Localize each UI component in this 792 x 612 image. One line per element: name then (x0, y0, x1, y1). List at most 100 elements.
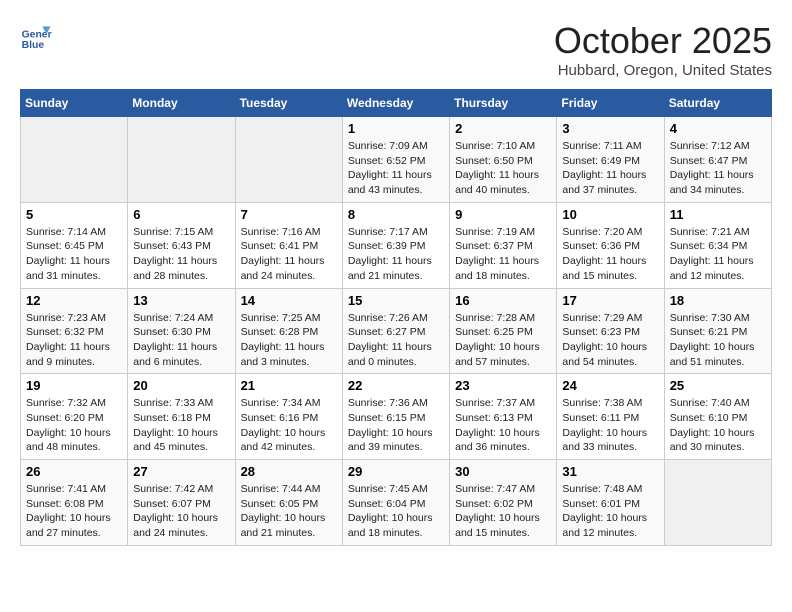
day-number: 5 (26, 207, 122, 222)
day-content: Sunrise: 7:10 AMSunset: 6:50 PMDaylight:… (455, 139, 551, 198)
column-header-friday: Friday (557, 90, 664, 117)
calendar-cell: 1 Sunrise: 7:09 AMSunset: 6:52 PMDaylight… (342, 117, 449, 203)
day-number: 6 (133, 207, 229, 222)
day-number: 20 (133, 378, 229, 393)
day-content: Sunrise: 7:15 AMSunset: 6:43 PMDaylight:… (133, 225, 229, 284)
day-content: Sunrise: 7:12 AMSunset: 6:47 PMDaylight:… (670, 139, 766, 198)
column-header-monday: Monday (128, 90, 235, 117)
calendar-cell: 7Sunrise: 7:16 AMSunset: 6:41 PMDaylight… (235, 202, 342, 288)
calendar-cell: 28Sunrise: 7:44 AMSunset: 6:05 PMDayligh… (235, 460, 342, 546)
day-number: 9 (455, 207, 551, 222)
day-number: 11 (670, 207, 766, 222)
calendar-cell: 5 Sunrise: 7:14 AMSunset: 6:45 PMDaylight… (21, 202, 128, 288)
day-content: Sunrise: 7:36 AMSunset: 6:15 PMDaylight:… (348, 396, 444, 455)
calendar-cell: 27 Sunrise: 7:42 AMSunset: 6:07 PMDayligh… (128, 460, 235, 546)
calendar-cell: 16Sunrise: 7:28 AMSunset: 6:25 PMDayligh… (450, 288, 557, 374)
calendar-cell: 6 Sunrise: 7:15 AMSunset: 6:43 PMDaylight… (128, 202, 235, 288)
calendar-week-row: 26 Sunrise: 7:41 AMSunset: 6:08 PMDayligh… (21, 460, 772, 546)
calendar-cell: 19Sunrise: 7:32 AMSunset: 6:20 PMDayligh… (21, 374, 128, 460)
day-number: 26 (26, 464, 122, 479)
calendar-cell: 30Sunrise: 7:47 AMSunset: 6:02 PMDayligh… (450, 460, 557, 546)
day-number: 22 (348, 378, 444, 393)
calendar-cell (21, 117, 128, 203)
day-number: 3 (562, 121, 658, 136)
svg-text:Blue: Blue (22, 40, 45, 51)
day-number: 13 (133, 293, 229, 308)
calendar-cell: 22 Sunrise: 7:36 AMSunset: 6:15 PMDayligh… (342, 374, 449, 460)
calendar-cell: 18 Sunrise: 7:30 AMSunset: 6:21 PMDayligh… (664, 288, 771, 374)
day-content: Sunrise: 7:45 AMSunset: 6:04 PMDaylight:… (348, 482, 444, 541)
day-content: Sunrise: 7:14 AMSunset: 6:45 PMDaylight:… (26, 225, 122, 284)
day-content: Sunrise: 7:24 AMSunset: 6:30 PMDaylight:… (133, 311, 229, 370)
day-content: Sunrise: 7:41 AMSunset: 6:08 PMDaylight:… (26, 482, 122, 541)
logo: General Blue (20, 20, 52, 52)
day-content: Sunrise: 7:29 AMSunset: 6:23 PMDaylight:… (562, 311, 658, 370)
column-header-thursday: Thursday (450, 90, 557, 117)
calendar-cell (128, 117, 235, 203)
day-number: 2 (455, 121, 551, 136)
page-header: General Blue October 2025 Hubbard, Orego… (20, 20, 772, 79)
calendar-cell: 8Sunrise: 7:17 AMSunset: 6:39 PMDaylight… (342, 202, 449, 288)
location: Hubbard, Oregon, United States (554, 62, 772, 79)
day-number: 12 (26, 293, 122, 308)
day-number: 30 (455, 464, 551, 479)
calendar-table: SundayMondayTuesdayWednesdayThursdayFrid… (20, 89, 772, 546)
day-number: 27 (133, 464, 229, 479)
day-number: 10 (562, 207, 658, 222)
calendar-cell: 17 Sunrise: 7:29 AMSunset: 6:23 PMDayligh… (557, 288, 664, 374)
title-block: October 2025 Hubbard, Oregon, United Sta… (554, 20, 772, 79)
calendar-cell: 13 Sunrise: 7:24 AMSunset: 6:30 PMDayligh… (128, 288, 235, 374)
calendar-cell: 3Sunrise: 7:11 AMSunset: 6:49 PMDaylight… (557, 117, 664, 203)
day-content: Sunrise: 7:21 AMSunset: 6:34 PMDaylight:… (670, 225, 766, 284)
day-content: Sunrise: 7:20 AMSunset: 6:36 PMDaylight:… (562, 225, 658, 284)
column-header-sunday: Sunday (21, 90, 128, 117)
calendar-week-row: 1 Sunrise: 7:09 AMSunset: 6:52 PMDaylight… (21, 117, 772, 203)
day-number: 8 (348, 207, 444, 222)
day-content: Sunrise: 7:28 AMSunset: 6:25 PMDaylight:… (455, 311, 551, 370)
calendar-cell: 2 Sunrise: 7:10 AMSunset: 6:50 PMDaylight… (450, 117, 557, 203)
day-content: Sunrise: 7:48 AMSunset: 6:01 PMDaylight:… (562, 482, 658, 541)
day-number: 25 (670, 378, 766, 393)
calendar-header-row: SundayMondayTuesdayWednesdayThursdayFrid… (21, 90, 772, 117)
day-content: Sunrise: 7:44 AMSunset: 6:05 PMDaylight:… (241, 482, 337, 541)
calendar-cell: 4 Sunrise: 7:12 AMSunset: 6:47 PMDaylight… (664, 117, 771, 203)
day-content: Sunrise: 7:25 AMSunset: 6:28 PMDaylight:… (241, 311, 337, 370)
calendar-cell: 10 Sunrise: 7:20 AMSunset: 6:36 PMDayligh… (557, 202, 664, 288)
calendar-cell: 21Sunrise: 7:34 AMSunset: 6:16 PMDayligh… (235, 374, 342, 460)
calendar-cell: 12 Sunrise: 7:23 AMSunset: 6:32 PMDayligh… (21, 288, 128, 374)
column-header-wednesday: Wednesday (342, 90, 449, 117)
calendar-cell: 23 Sunrise: 7:37 AMSunset: 6:13 PMDayligh… (450, 374, 557, 460)
day-content: Sunrise: 7:40 AMSunset: 6:10 PMDaylight:… (670, 396, 766, 455)
day-number: 18 (670, 293, 766, 308)
day-number: 17 (562, 293, 658, 308)
day-number: 4 (670, 121, 766, 136)
day-content: Sunrise: 7:34 AMSunset: 6:16 PMDaylight:… (241, 396, 337, 455)
day-number: 1 (348, 121, 444, 136)
day-number: 29 (348, 464, 444, 479)
calendar-cell: 15Sunrise: 7:26 AMSunset: 6:27 PMDayligh… (342, 288, 449, 374)
day-content: Sunrise: 7:32 AMSunset: 6:20 PMDaylight:… (26, 396, 122, 455)
calendar-cell: 29 Sunrise: 7:45 AMSunset: 6:04 PMDayligh… (342, 460, 449, 546)
day-number: 24 (562, 378, 658, 393)
day-content: Sunrise: 7:23 AMSunset: 6:32 PMDaylight:… (26, 311, 122, 370)
calendar-cell: 9Sunrise: 7:19 AMSunset: 6:37 PMDaylight… (450, 202, 557, 288)
day-number: 14 (241, 293, 337, 308)
calendar-cell: 26 Sunrise: 7:41 AMSunset: 6:08 PMDayligh… (21, 460, 128, 546)
month-title: October 2025 (554, 20, 772, 62)
calendar-cell: 24 Sunrise: 7:38 AMSunset: 6:11 PMDayligh… (557, 374, 664, 460)
logo-icon: General Blue (20, 20, 52, 52)
day-content: Sunrise: 7:30 AMSunset: 6:21 PMDaylight:… (670, 311, 766, 370)
day-content: Sunrise: 7:16 AMSunset: 6:41 PMDaylight:… (241, 225, 337, 284)
calendar-cell: 20 Sunrise: 7:33 AMSunset: 6:18 PMDayligh… (128, 374, 235, 460)
column-header-saturday: Saturday (664, 90, 771, 117)
column-header-tuesday: Tuesday (235, 90, 342, 117)
day-content: Sunrise: 7:42 AMSunset: 6:07 PMDaylight:… (133, 482, 229, 541)
day-content: Sunrise: 7:38 AMSunset: 6:11 PMDaylight:… (562, 396, 658, 455)
day-content: Sunrise: 7:37 AMSunset: 6:13 PMDaylight:… (455, 396, 551, 455)
day-number: 23 (455, 378, 551, 393)
calendar-cell (235, 117, 342, 203)
calendar-week-row: 19Sunrise: 7:32 AMSunset: 6:20 PMDayligh… (21, 374, 772, 460)
day-content: Sunrise: 7:33 AMSunset: 6:18 PMDaylight:… (133, 396, 229, 455)
calendar-cell: 11 Sunrise: 7:21 AMSunset: 6:34 PMDayligh… (664, 202, 771, 288)
day-content: Sunrise: 7:09 AMSunset: 6:52 PMDaylight:… (348, 139, 444, 198)
